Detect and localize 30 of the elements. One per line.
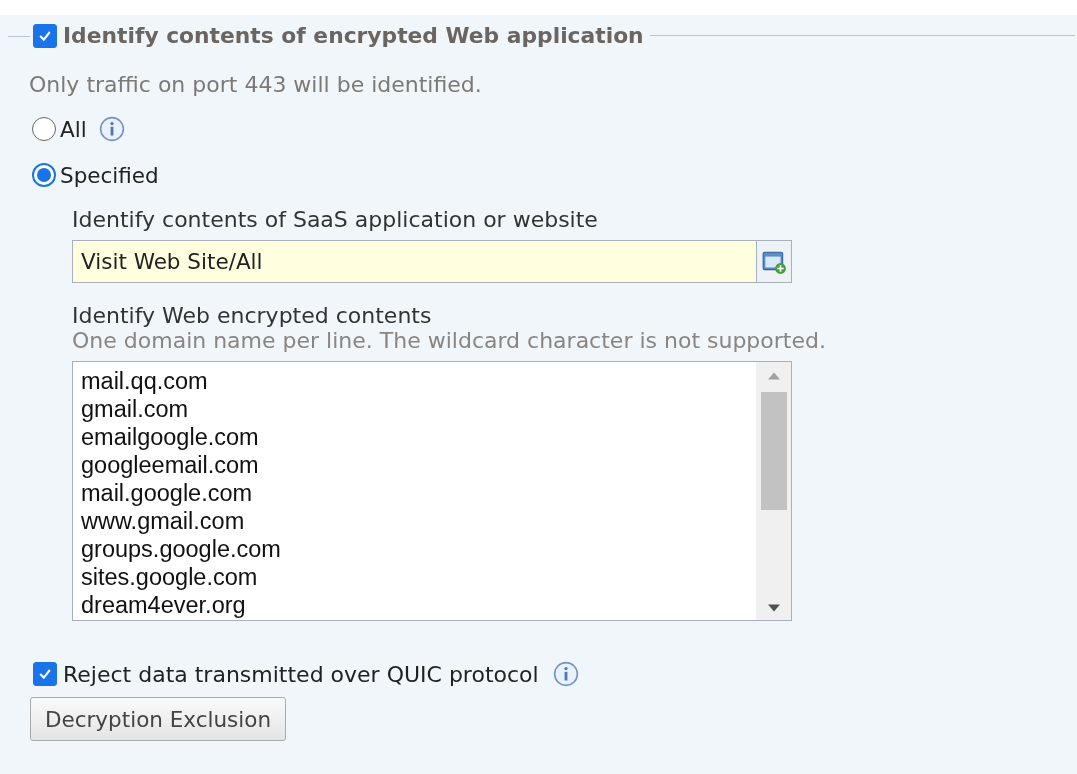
decryption-exclusion-button[interactable]: Decryption Exclusion (30, 697, 286, 741)
checkbox-label: Reject data transmitted over QUIC protocol (63, 661, 539, 687)
up-arrow-icon[interactable] (767, 372, 780, 380)
domain-line: groups.google.com (81, 535, 282, 563)
checkbox[interactable] (33, 23, 57, 48)
scrollbar[interactable] (756, 362, 791, 620)
domain-line: dream4ever.org (81, 591, 247, 619)
domain-line: www.gmail.com (81, 507, 246, 535)
domain-line: emailgoogle.com (81, 423, 260, 451)
domain-line: mail.google.com (81, 479, 254, 507)
field-label: Identify contents of SaaS application or website (72, 207, 599, 232)
checkbox[interactable] (33, 662, 57, 686)
domain-line: googleemail.com (81, 451, 260, 479)
domain-line: gmail.com (81, 395, 190, 423)
field-label: Identify Web encrypted contents (72, 303, 433, 328)
domain-line: mail.qq.com (81, 367, 209, 395)
radio-button[interactable] (32, 117, 56, 141)
down-arrow-icon[interactable] (767, 604, 780, 612)
radio-button[interactable] (32, 163, 56, 187)
section-title: Identify contents of encrypted Web application (63, 23, 644, 48)
note-text: Only traffic on port 443 will be identified. (29, 72, 483, 97)
domain-text-area[interactable]: mail.qq.com gmail.com emailgoogle.com googleemail.com mail.google.com www.gmail.com groups.google.com sites.google.com dream4ever.org (72, 361, 792, 621)
input-field[interactable]: Visit Web Site/All (72, 240, 757, 283)
radio-label: All (60, 116, 87, 142)
info-icon[interactable] (552, 661, 579, 687)
radio-label: Specified (60, 162, 159, 188)
hint-text: One domain name per line. The wildcard character is not supported. (72, 328, 827, 353)
add-window-icon[interactable] (757, 240, 792, 283)
domain-line: sites.google.com (81, 563, 259, 591)
info-icon[interactable] (98, 116, 125, 142)
